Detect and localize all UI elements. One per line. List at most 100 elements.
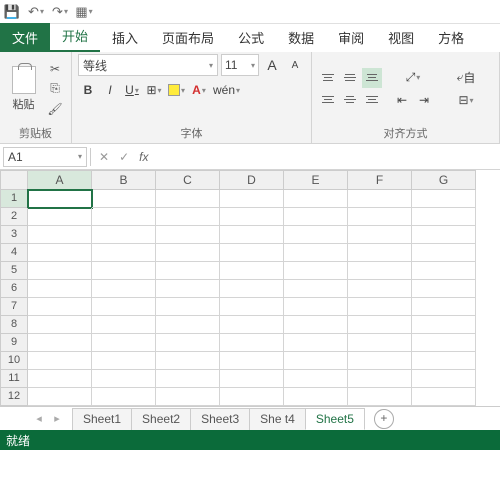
sheet-nav-next-icon[interactable]: ▸ (48, 412, 66, 425)
cell[interactable] (92, 388, 156, 406)
border-button[interactable]: ⊞▾ (144, 80, 164, 100)
row-header[interactable]: 6 (0, 280, 28, 298)
cell[interactable] (284, 352, 348, 370)
tab-file[interactable]: 文件 (0, 23, 50, 52)
cell[interactable] (412, 190, 476, 208)
bold-button[interactable]: B (78, 80, 98, 100)
cell[interactable] (220, 316, 284, 334)
cell[interactable] (28, 334, 92, 352)
sheet-tab[interactable]: She t4 (249, 408, 306, 430)
fx-icon[interactable]: fx (139, 150, 148, 164)
paste-button[interactable]: 粘贴 (6, 63, 41, 115)
cell[interactable] (412, 316, 476, 334)
wrap-text-button[interactable]: ⤶ 自 (446, 67, 486, 87)
cell[interactable] (220, 226, 284, 244)
sheet-tab[interactable]: Sheet5 (305, 408, 365, 430)
save-icon[interactable]: 💾 (4, 4, 20, 20)
cell[interactable] (220, 388, 284, 406)
cell[interactable] (92, 244, 156, 262)
sheet-tab[interactable]: Sheet1 (72, 408, 132, 430)
align-left-icon[interactable] (318, 90, 338, 110)
align-top-icon[interactable] (318, 68, 338, 88)
cell[interactable] (92, 226, 156, 244)
cell[interactable] (348, 190, 412, 208)
increase-font-icon[interactable]: A (262, 55, 282, 75)
row-header[interactable]: 11 (0, 370, 28, 388)
undo-icon[interactable]: ↶▾ (28, 4, 44, 20)
cell[interactable] (156, 352, 220, 370)
increase-indent-icon[interactable]: ⇥ (414, 90, 434, 110)
cell[interactable] (92, 316, 156, 334)
format-painter-icon[interactable]: 🖌 (45, 100, 65, 118)
cell[interactable] (412, 208, 476, 226)
tab-view[interactable]: 视图 (376, 23, 426, 52)
cell[interactable] (28, 370, 92, 388)
sheet-tab[interactable]: Sheet3 (190, 408, 250, 430)
decrease-font-icon[interactable]: A (285, 55, 305, 75)
cell[interactable] (348, 316, 412, 334)
font-size-select[interactable]: 11▾ (221, 54, 259, 76)
cell[interactable] (220, 190, 284, 208)
cell[interactable] (412, 298, 476, 316)
cell[interactable] (156, 208, 220, 226)
cell[interactable] (412, 388, 476, 406)
tab-data[interactable]: 数据 (276, 23, 326, 52)
column-header[interactable]: C (156, 170, 220, 190)
cell[interactable] (156, 280, 220, 298)
cell[interactable] (28, 244, 92, 262)
cell[interactable] (220, 208, 284, 226)
fill-color-button[interactable]: ▾ (166, 80, 187, 100)
tab-review[interactable]: 审阅 (326, 23, 376, 52)
cell[interactable] (348, 280, 412, 298)
redo-icon[interactable]: ↷▾ (52, 4, 68, 20)
cell[interactable] (92, 262, 156, 280)
row-header[interactable]: 5 (0, 262, 28, 280)
cut-icon[interactable]: ✂ (45, 60, 65, 78)
tab-layout[interactable]: 页面布局 (150, 23, 226, 52)
tab-square[interactable]: 方格 (426, 23, 476, 52)
cell[interactable] (220, 334, 284, 352)
align-right-icon[interactable] (362, 90, 382, 110)
tab-insert[interactable]: 插入 (100, 23, 150, 52)
cell[interactable] (156, 298, 220, 316)
tab-home[interactable]: 开始 (50, 21, 100, 52)
cell[interactable] (284, 334, 348, 352)
column-header[interactable]: B (92, 170, 156, 190)
cell[interactable] (92, 190, 156, 208)
row-header[interactable]: 9 (0, 334, 28, 352)
cell[interactable] (92, 352, 156, 370)
cell[interactable] (220, 370, 284, 388)
column-header[interactable]: G (412, 170, 476, 190)
cell[interactable] (156, 370, 220, 388)
enter-icon[interactable]: ✓ (119, 150, 129, 164)
name-box[interactable]: A1▾ (3, 147, 87, 167)
cell[interactable] (284, 226, 348, 244)
cell[interactable] (28, 352, 92, 370)
cell[interactable] (220, 298, 284, 316)
customize-icon[interactable]: ▦▾ (76, 4, 92, 20)
column-header[interactable]: F (348, 170, 412, 190)
sheet-tab[interactable]: Sheet2 (131, 408, 191, 430)
select-all-corner[interactable] (0, 170, 28, 190)
cell[interactable] (284, 280, 348, 298)
cell[interactable] (156, 244, 220, 262)
cell[interactable] (348, 352, 412, 370)
phonetic-button[interactable]: wén▾ (211, 80, 242, 100)
tab-formula[interactable]: 公式 (226, 23, 276, 52)
cell[interactable] (92, 334, 156, 352)
cell[interactable] (284, 190, 348, 208)
cell[interactable] (92, 280, 156, 298)
cell[interactable] (412, 280, 476, 298)
orientation-icon[interactable]: ⤢▾ (392, 67, 434, 87)
cell[interactable] (412, 370, 476, 388)
cell[interactable] (284, 298, 348, 316)
cell[interactable] (28, 388, 92, 406)
cell[interactable] (28, 280, 92, 298)
cell[interactable] (348, 370, 412, 388)
cell[interactable] (348, 208, 412, 226)
cell[interactable] (284, 262, 348, 280)
cell[interactable] (348, 226, 412, 244)
cell[interactable] (28, 226, 92, 244)
row-header[interactable]: 12 (0, 388, 28, 406)
cell[interactable] (412, 334, 476, 352)
